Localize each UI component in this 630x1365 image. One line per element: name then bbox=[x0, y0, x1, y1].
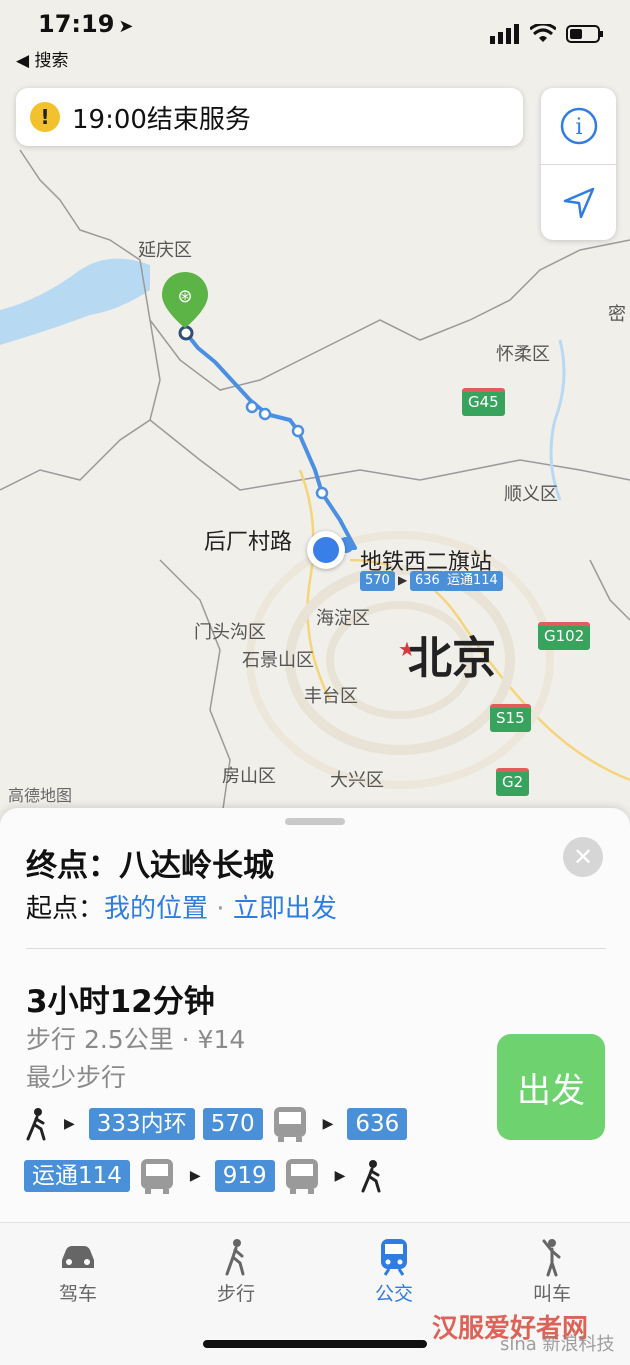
route-badge-yuntong114: 运通114 bbox=[24, 1160, 130, 1192]
route-steps-row-2[interactable]: 运通114 ▶ 919 ▶ bbox=[24, 1156, 385, 1196]
route-duration: 3小时12分钟 bbox=[26, 984, 215, 1020]
back-to-search-link[interactable]: ◀ 搜索 bbox=[16, 46, 68, 71]
origin-prefix: 起点： bbox=[26, 894, 105, 924]
tab-walk-label: 步行 bbox=[216, 1283, 255, 1305]
tab-hail[interactable]: 叫车 bbox=[492, 1235, 612, 1306]
label-huairou: 怀柔区 bbox=[496, 344, 550, 365]
bus-icon bbox=[285, 1159, 318, 1194]
user-location-dot[interactable] bbox=[307, 531, 345, 569]
route-badge-919: 919 bbox=[214, 1160, 275, 1192]
separator-dot: · bbox=[208, 894, 233, 924]
tab-transit[interactable]: 公交 bbox=[334, 1235, 454, 1306]
walk-icon bbox=[225, 1239, 245, 1276]
hail-icon bbox=[542, 1239, 561, 1277]
route-badge-333: 333内环 bbox=[88, 1108, 195, 1140]
label-houchangcun[interactable]: 后厂村路 bbox=[204, 524, 292, 556]
label-shijingshan: 石景山区 bbox=[242, 650, 314, 671]
svg-text:i: i bbox=[575, 115, 582, 140]
location-arrow-icon: ➤ bbox=[118, 16, 134, 37]
label-shunyi: 顺义区 bbox=[504, 484, 558, 505]
step-arrow-icon: ▶ bbox=[189, 1168, 201, 1184]
highway-shield-g102: G102 bbox=[538, 622, 591, 650]
origin-line: 起点：我的位置 · 立即出发 bbox=[26, 888, 337, 925]
tab-transit-label: 公交 bbox=[374, 1283, 413, 1305]
map-controls: i bbox=[541, 88, 616, 240]
tab-drive[interactable]: 驾车 bbox=[18, 1235, 138, 1306]
step-arrow-icon: ▶ bbox=[322, 1116, 334, 1132]
highway-shield-s15: S15 bbox=[490, 704, 531, 732]
route-badge-636: 636 bbox=[347, 1108, 408, 1140]
highway-shield-g45: G45 bbox=[462, 388, 505, 416]
tab-drive-label: 驾车 bbox=[58, 1283, 97, 1305]
train-icon bbox=[381, 1239, 407, 1276]
watermark-sub: sina 新浪科技 bbox=[500, 1334, 615, 1355]
divider bbox=[26, 948, 606, 949]
label-fangshan: 房山区 bbox=[222, 766, 276, 787]
route-steps-row-1[interactable]: ▶ 333内环 570 ▶ 636 bbox=[24, 1104, 408, 1144]
step-arrow-icon: ▶ bbox=[334, 1168, 346, 1184]
binoculars-icon: ⊛ bbox=[177, 286, 192, 307]
highway-shield-g2: G2 bbox=[496, 768, 530, 796]
status-bar: 17:19 ➤ ◀ 搜索 bbox=[0, 0, 630, 71]
label-mentougou: 门头沟区 bbox=[194, 622, 266, 643]
alert-text: 19:00结束服务 bbox=[72, 104, 251, 135]
close-button[interactable]: ✕ bbox=[563, 837, 603, 877]
walk-icon bbox=[361, 1160, 381, 1193]
wifi-icon bbox=[530, 24, 556, 42]
label-daxing: 大兴区 bbox=[330, 770, 384, 791]
origin-location-link[interactable]: 我的位置 bbox=[104, 894, 208, 924]
tab-hail-label: 叫车 bbox=[532, 1283, 571, 1305]
map-route-tag-636: 636 bbox=[410, 571, 445, 591]
label-beijing: 北京 bbox=[408, 633, 496, 684]
route-badge-570: 570 bbox=[202, 1108, 263, 1140]
location-arrow-icon bbox=[563, 187, 594, 219]
locate-me-button[interactable] bbox=[541, 165, 616, 241]
map-route-tag-570: 570 bbox=[360, 571, 395, 591]
map-route-tag-arrow: ▶ bbox=[398, 573, 408, 587]
map-attribution: 高德地图 bbox=[8, 786, 73, 805]
walk-info: 步行 2.5公里 · ¥14 bbox=[26, 1025, 246, 1054]
info-button[interactable]: i bbox=[541, 88, 616, 164]
close-icon: ✕ bbox=[572, 843, 594, 871]
walk-icon bbox=[26, 1108, 46, 1141]
cellular-signal-icon bbox=[490, 24, 519, 44]
home-indicator[interactable] bbox=[203, 1340, 427, 1348]
service-alert-banner[interactable]: ! 19:00结束服务 bbox=[16, 88, 523, 146]
destination-pin[interactable]: ⊛ bbox=[160, 270, 210, 330]
warning-icon: ! bbox=[30, 102, 60, 132]
tab-walk[interactable]: 步行 bbox=[176, 1235, 296, 1306]
destination-title: 终点：八达岭长城 bbox=[26, 848, 274, 884]
label-fengtai: 丰台区 bbox=[304, 686, 358, 707]
route-preference: 最少步行 bbox=[26, 1063, 127, 1092]
status-icons bbox=[490, 24, 604, 44]
depart-time-link[interactable]: 立即出发 bbox=[233, 894, 337, 924]
label-haidian: 海淀区 bbox=[316, 608, 370, 629]
battery-icon bbox=[566, 25, 603, 43]
bus-icon bbox=[273, 1107, 306, 1142]
info-icon: i bbox=[560, 107, 597, 145]
car-icon bbox=[62, 1246, 94, 1268]
sheet-grabber[interactable] bbox=[285, 818, 345, 825]
status-time: 17:19 ➤ bbox=[38, 10, 134, 38]
bus-icon bbox=[140, 1159, 173, 1194]
label-mi: 密 bbox=[608, 304, 626, 325]
step-arrow-icon: ▶ bbox=[64, 1116, 75, 1132]
go-button[interactable]: 出发 bbox=[497, 1034, 605, 1140]
map-route-tag-yuntong: 运通114 bbox=[442, 571, 503, 591]
label-yanqing: 延庆区 bbox=[138, 240, 192, 261]
